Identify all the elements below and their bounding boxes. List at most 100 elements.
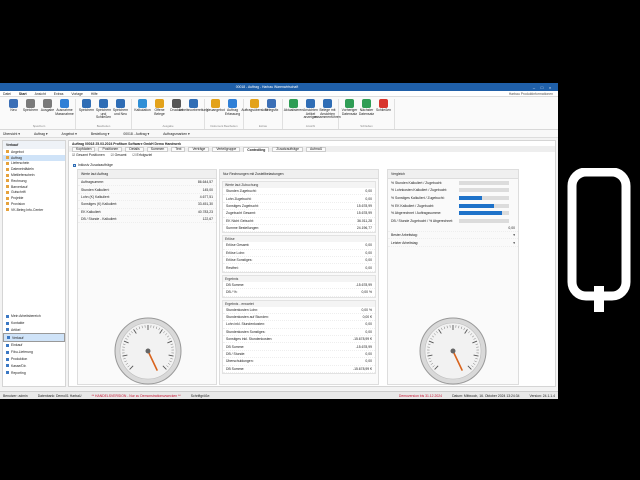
tab-aufmaß[interactable]: Aufmaß xyxy=(306,146,326,152)
ribbon-group-items: Vorheriger Datensatz Nächster Datensatz Sc… xyxy=(341,99,392,116)
menu-item-datei[interactable]: Datei xyxy=(3,92,11,96)
ribbon-button-label: Nächster Datensatz xyxy=(358,108,375,116)
module-item[interactable]: Fibu-Lieferung xyxy=(3,349,65,356)
ribbon-button-label: Neuangebot xyxy=(206,108,225,112)
folder-icon xyxy=(6,185,9,189)
status-date: Datum: Mittwoch, 16. Oktober 2024 13:24:… xyxy=(452,393,520,398)
tab-verträge[interactable]: Verträge xyxy=(188,146,210,152)
module-item[interactable]: Artikel xyxy=(3,327,65,334)
ribbon-button[interactable]: Vorheriger Datensatz xyxy=(341,99,358,116)
subtab-label: Erfolgsziel xyxy=(136,153,153,157)
ribbon-button-icon xyxy=(345,99,354,108)
dropdown-row[interactable]: Letzter Arbeitstag: ▾ xyxy=(388,239,518,247)
product-info-link[interactable]: Harbau Produktinformationen xyxy=(509,92,553,96)
menu-item-extras[interactable]: Extras xyxy=(54,92,64,96)
maximize-icon[interactable]: □ xyxy=(538,85,546,90)
row-label: Stundenkosten Sonstiges: xyxy=(226,329,266,334)
ribbon-group-label: Extras xyxy=(259,124,267,128)
row-value: 0,00 xyxy=(365,243,372,248)
ribbon-group: Neu Speichern Ausgabe Ausnahme Massnahme Spe… xyxy=(3,99,76,129)
ribbon-button[interactable]: Auftrag Erfassung xyxy=(224,99,241,116)
ribbon-button[interactable]: Nächster Datensatz xyxy=(358,99,375,116)
row-value: 0,00 xyxy=(365,265,372,270)
dropdown-row[interactable]: Bester Arbeitstag: ▾ xyxy=(388,232,518,240)
tab-kopfdaten[interactable]: Kopfdaten xyxy=(72,146,96,152)
toolbar-dropdown[interactable]: Übersicht ▾ xyxy=(3,132,20,136)
ribbon-button[interactable]: Schließen xyxy=(375,99,392,116)
ribbon-button[interactable]: Speichern und Schließen xyxy=(95,99,112,120)
q-letter-graphic xyxy=(567,168,631,312)
module-item[interactable]: Kasse/Dir. xyxy=(3,362,65,369)
tab-positionen[interactable]: Positionen xyxy=(98,146,123,152)
row-label: DB / Stunde - Kalkuliert: xyxy=(81,217,118,222)
ribbon-button[interactable]: Belege mit Ansichten zusammenführen xyxy=(314,99,341,120)
tab-text[interactable]: Text xyxy=(171,146,186,152)
module-item[interactable]: Mein Arbeitsbereich xyxy=(3,313,65,320)
value-row: Summe Bestellungen: 24.196,77 xyxy=(223,225,375,233)
row-label: DB / %: xyxy=(226,290,238,295)
ribbon-button[interactable]: Aktualisieren xyxy=(284,99,303,120)
menu-item-vorlage[interactable]: Vorlage xyxy=(71,92,83,96)
ribbon-button[interactable]: Speichern und Neu xyxy=(112,99,129,120)
ribbon-button[interactable]: Ausgabe xyxy=(39,99,56,116)
status-font-size[interactable]: Schriftgröße: xyxy=(191,394,210,398)
ribbon-group: Vorheriger Datensatz Nächster Datensatz Sc… xyxy=(339,99,395,129)
row-label: Auftragsumme: xyxy=(81,180,104,185)
module-label: Fibu-Lieferung xyxy=(11,350,33,355)
ribbon-button[interactable]: Offene Belege xyxy=(151,99,168,116)
include-addon-checkbox[interactable]: Inklusiv Zusatzaufträge xyxy=(73,163,113,167)
menu-item-hilfe[interactable]: Hilfe xyxy=(91,92,98,96)
row-label: Stunden Zugebucht: xyxy=(226,189,257,194)
status-version: Version: 24.1.1.4 xyxy=(529,393,555,398)
tab-zusatzaufträge[interactable]: Zusatzaufträge xyxy=(272,146,304,152)
toolbar-dropdown[interactable]: Auftrag ▾ xyxy=(34,132,48,136)
toolbar-dropdown[interactable]: Bestellung ▾ xyxy=(91,132,109,136)
ribbon-button-icon xyxy=(43,99,52,108)
nav-item[interactable]: VK-Beleg Info-Center xyxy=(3,207,65,213)
toolbar-dropdown[interactable]: Auftragsmarken ▾ xyxy=(163,132,190,136)
ribbon-button-label: Belegsfix xyxy=(264,108,279,112)
toolbar-dropdown[interactable]: Angebot ▾ xyxy=(62,132,77,136)
panel-booking-values: Nur Rechnungen mit Zustellbelastungen We… xyxy=(219,169,379,385)
row-label: DB Summe: xyxy=(226,366,245,371)
subtab-label: Gesamt xyxy=(114,153,127,157)
tab-controlling[interactable]: Controlling xyxy=(243,146,270,152)
ribbon-group-items: Speichern Speichern und Schließen Speicher… xyxy=(78,99,129,120)
module-item[interactable]: Einkauf xyxy=(3,342,65,349)
comparison-row: % Sonstiges Kalkuliert / Zugebucht: xyxy=(388,194,518,202)
ribbon-button[interactable]: Kalkulation xyxy=(134,99,151,116)
toolbar-dropdown[interactable]: 00018 - Auftrag ▾ xyxy=(123,132,149,136)
ribbon-button[interactable]: Speichern xyxy=(78,99,95,120)
menu-item-ansicht[interactable]: Ansicht xyxy=(35,92,46,96)
tab-verteilgruppe[interactable]: Verteilgruppe xyxy=(212,146,241,152)
ribbon-button[interactable]: Neu xyxy=(5,99,22,116)
ribbon-button[interactable]: Auftragsübersicht xyxy=(241,99,268,113)
module-item[interactable]: Reporting xyxy=(3,369,65,376)
subtab[interactable]: ☑ Gesamt xyxy=(111,153,127,157)
ribbon-button[interactable]: Ausnahme Massnahme xyxy=(55,99,74,116)
subtab[interactable]: ☑ Gesamt Positionen xyxy=(72,153,105,157)
row-label: Stunden Kalkuliert: xyxy=(81,187,110,192)
panel-header: Werte laut Auftrag xyxy=(78,170,216,179)
module-item[interactable]: Kontakte xyxy=(3,320,65,327)
ribbon-button-icon xyxy=(60,99,69,108)
close-icon[interactable]: × xyxy=(546,85,554,90)
subtab[interactable]: ☑ Erfolgsziel xyxy=(133,153,153,157)
ribbon-button[interactable]: Belegsfix xyxy=(263,99,280,113)
ribbon-button[interactable]: Speichern xyxy=(22,99,39,116)
tab-summen[interactable]: Summen xyxy=(146,146,169,152)
tab-details[interactable]: Details xyxy=(125,146,144,152)
module-item[interactable]: Produktion xyxy=(3,356,65,363)
progress-fill xyxy=(459,211,502,216)
minimize-icon[interactable]: – xyxy=(530,85,538,90)
ribbon-button[interactable]: Arbeitsvorbereitung xyxy=(179,99,208,116)
comparison-label: % Lohnkosten Kalkuliert / Zugebucht: xyxy=(391,188,448,193)
value-row: Auftragsumme: 86.644,57 xyxy=(78,179,216,187)
ribbon-button[interactable]: Neuangebot xyxy=(206,99,225,116)
row-value: 86.644,57 xyxy=(197,180,213,185)
value-section: Erlöse Erlöse Gesamt: 0,00 Erlöse Lohn: 0,00… xyxy=(222,235,376,273)
menu-item-start[interactable]: Start xyxy=(19,92,27,96)
ribbon-button-icon xyxy=(362,99,371,108)
module-item[interactable]: Verkauf xyxy=(3,333,65,343)
ribbon-button-label: Speichern xyxy=(78,108,95,112)
